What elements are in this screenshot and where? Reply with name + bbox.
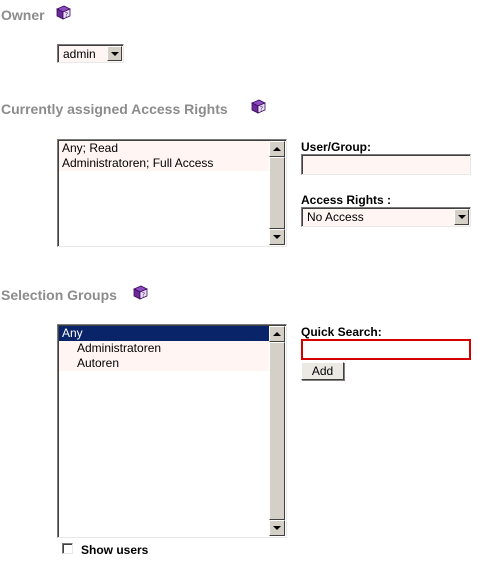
selection-groups-list[interactable]: Any Administratoren Autoren (57, 324, 287, 538)
list-item[interactable]: Any (59, 326, 270, 341)
scrollbar[interactable] (269, 326, 285, 536)
owner-title: Owner (1, 7, 45, 23)
svg-text:?: ? (142, 291, 146, 299)
book-help-icon[interactable]: ? (131, 285, 149, 301)
access-rights-list[interactable]: Any; Read Administratoren; Full Access (57, 139, 287, 247)
access-rights-label: Access Rights : (301, 193, 392, 207)
scroll-up-icon[interactable] (269, 141, 285, 157)
quick-search-label: Quick Search: (301, 325, 382, 339)
user-group-label: User/Group: (301, 140, 372, 154)
scroll-thumb[interactable] (269, 342, 285, 520)
show-users-checkbox[interactable] (62, 543, 73, 554)
scroll-down-icon[interactable] (269, 520, 285, 536)
chevron-down-icon[interactable] (107, 46, 122, 61)
show-users-label: Show users (81, 543, 149, 557)
add-button[interactable]: Add (301, 362, 344, 380)
chevron-down-icon[interactable] (454, 209, 469, 225)
scroll-up-icon[interactable] (269, 326, 285, 342)
book-help-icon[interactable]: ? (249, 99, 267, 115)
access-rights-select-value: No Access (307, 210, 364, 224)
owner-select[interactable]: admin (57, 44, 124, 63)
list-item[interactable]: Any; Read (59, 141, 270, 156)
list-item[interactable]: Administratoren (59, 341, 270, 356)
book-help-icon[interactable]: ? (54, 5, 72, 21)
owner-select-value: admin (63, 47, 96, 61)
list-item[interactable]: Administratoren; Full Access (59, 156, 270, 171)
svg-text:?: ? (65, 11, 69, 19)
user-group-input[interactable] (301, 154, 471, 175)
scroll-down-icon[interactable] (269, 229, 285, 245)
access-rights-select[interactable]: No Access (301, 207, 471, 227)
quick-search-input[interactable] (301, 339, 471, 360)
scrollbar[interactable] (269, 141, 285, 245)
svg-text:?: ? (260, 105, 264, 113)
scroll-thumb[interactable] (269, 157, 285, 229)
selection-groups-title: Selection Groups (1, 287, 117, 303)
access-rights-title: Currently assigned Access Rights (1, 101, 228, 117)
list-item[interactable]: Autoren (59, 356, 270, 371)
